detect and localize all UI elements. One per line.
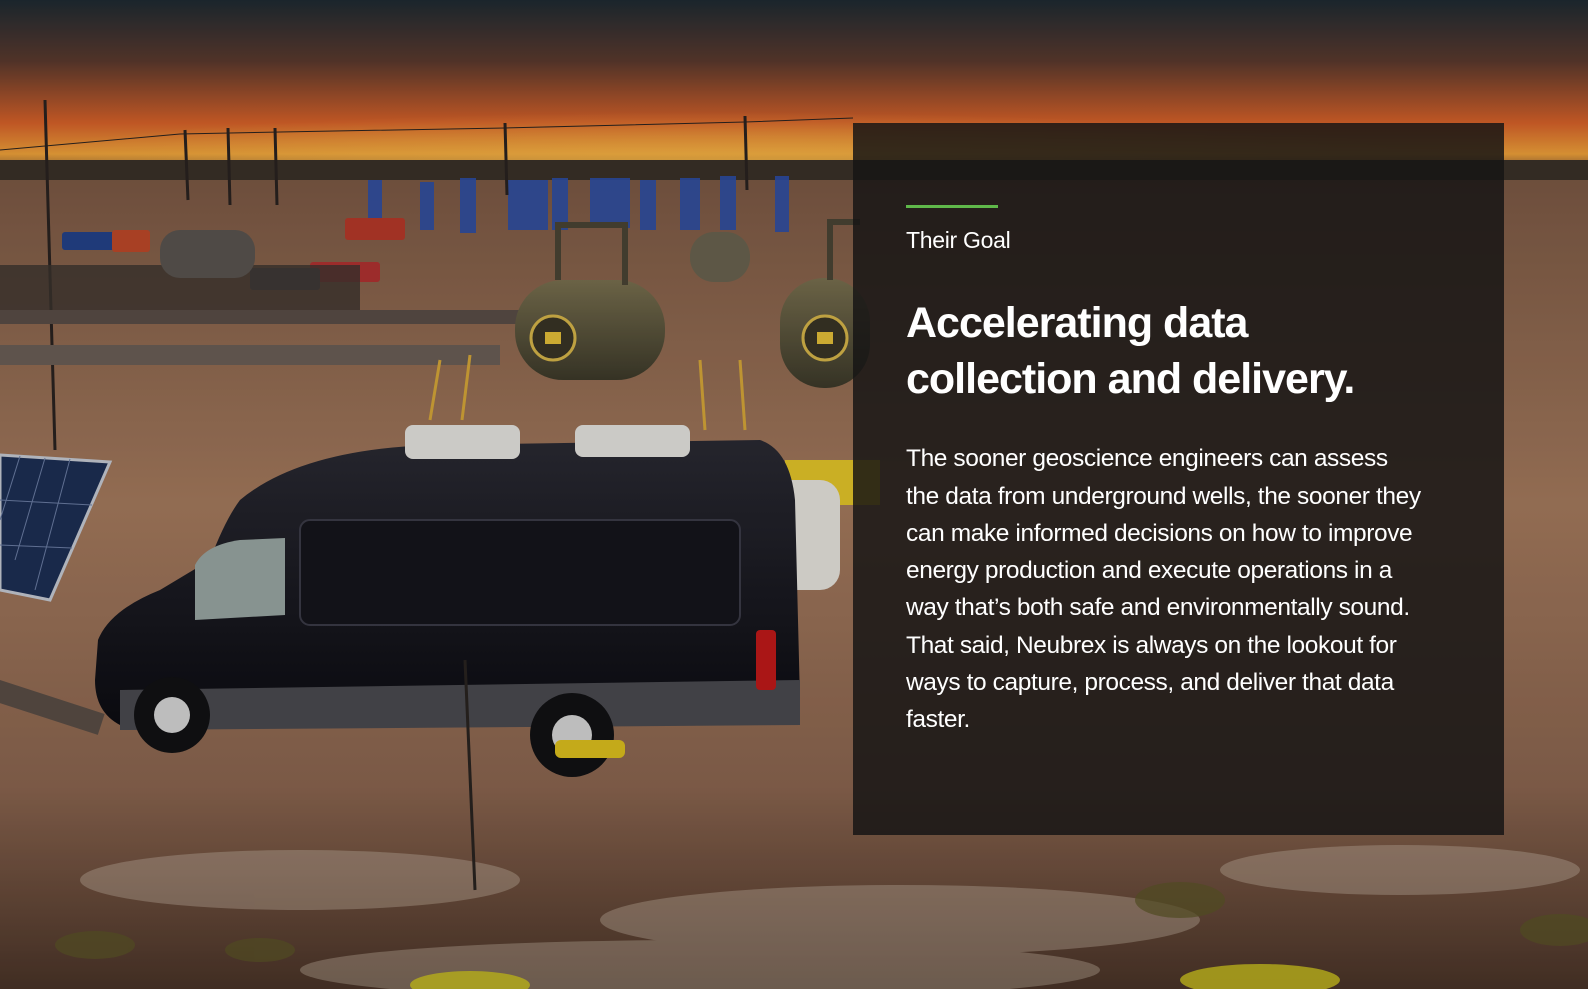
hero-section: Their Goal Accelerating data collection … — [0, 0, 1588, 989]
section-body-text: The sooner geoscience engineers can asse… — [906, 445, 1421, 734]
section-headline: Accelerating data collection and deliver… — [906, 299, 1355, 404]
section-eyebrow: Their Goal — [906, 227, 1011, 253]
accent-divider — [906, 205, 998, 208]
goal-panel: Their Goal Accelerating data collection … — [853, 123, 1504, 835]
